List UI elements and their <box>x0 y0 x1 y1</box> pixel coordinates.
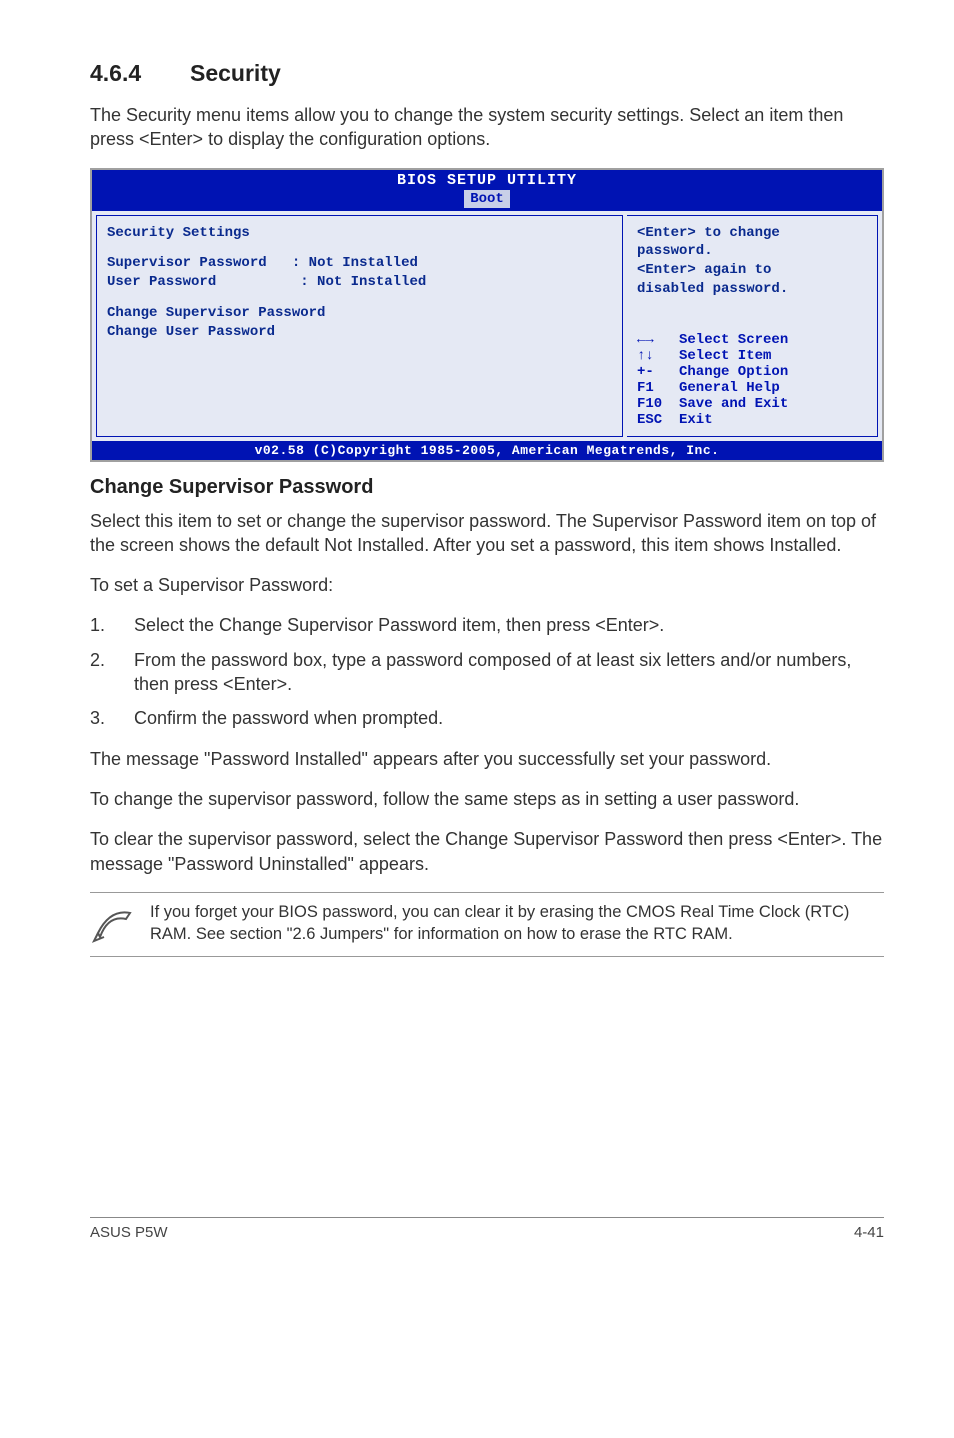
bios-footer: v02.58 (C)Copyright 1985-2005, American … <box>92 441 882 460</box>
list-item: 2.From the password box, type a password… <box>90 648 884 697</box>
bios-body: Security Settings Supervisor Password : … <box>92 211 882 441</box>
list-item-number: 3. <box>90 706 134 730</box>
steps-list: 1.Select the Change Supervisor Password … <box>90 613 884 730</box>
bios-help-key: F10 <box>637 396 679 412</box>
subsection-heading: Change Supervisor Password <box>90 476 884 499</box>
bios-screenshot: BIOS SETUP UTILITY Boot Security Setting… <box>90 168 884 462</box>
bios-help-key: +- <box>637 364 679 380</box>
bios-left-panel: Security Settings Supervisor Password : … <box>96 215 623 437</box>
section-number: 4.6.4 <box>90 60 190 87</box>
bios-help-label: Select Screen <box>679 332 788 348</box>
bios-tab-bar: Boot <box>92 189 882 211</box>
bios-desc-line: <Enter> to change <box>637 224 867 243</box>
list-item: 3.Confirm the password when prompted. <box>90 706 884 730</box>
bios-help-label: Exit <box>679 412 713 428</box>
bios-help-key: ESC <box>637 412 679 428</box>
bios-tab-boot[interactable]: Boot <box>463 189 511 209</box>
bios-desc-line: disabled password. <box>637 280 867 299</box>
section-heading: 4.6.4Security <box>90 60 884 87</box>
bios-title: BIOS SETUP UTILITY <box>92 170 882 189</box>
body-paragraph: To clear the supervisor password, select… <box>90 827 884 876</box>
bios-desc-line: password. <box>637 242 867 261</box>
body-paragraph: To set a Supervisor Password: <box>90 573 884 597</box>
bios-help-row: ←→Select Screen <box>637 332 867 348</box>
list-item: 1.Select the Change Supervisor Password … <box>90 613 884 637</box>
bios-row-user: User Password : Not Installed <box>107 273 612 292</box>
footer-left: ASUS P5W <box>90 1224 168 1241</box>
body-paragraph: The message "Password Installed" appears… <box>90 747 884 771</box>
bios-help-key: ↑↓ <box>637 348 679 364</box>
bios-help-label: General Help <box>679 380 780 396</box>
bios-help-label: Select Item <box>679 348 771 364</box>
bios-supervisor-label: Supervisor Password <box>107 255 267 271</box>
section-title: Security <box>190 60 281 86</box>
bios-desc-line: <Enter> again to <box>637 261 867 280</box>
bios-help-key: F1 <box>637 380 679 396</box>
intro-paragraph: The Security menu items allow you to cha… <box>90 103 884 152</box>
body-paragraph: Select this item to set or change the su… <box>90 509 884 558</box>
bios-left-heading: Security Settings <box>107 224 612 243</box>
page-footer: ASUS P5W 4-41 <box>90 1217 884 1241</box>
list-item-text: Confirm the password when prompted. <box>134 706 443 730</box>
bios-item-change-user[interactable]: Change User Password <box>107 323 612 342</box>
footer-right: 4-41 <box>854 1224 884 1241</box>
bios-help-label: Save and Exit <box>679 396 788 412</box>
bios-item-change-supervisor[interactable]: Change Supervisor Password <box>107 304 612 323</box>
list-item-text: From the password box, type a password c… <box>134 648 884 697</box>
note-box: If you forget your BIOS password, you ca… <box>90 892 884 957</box>
bios-description: <Enter> to change password. <Enter> agai… <box>637 224 867 300</box>
bios-help-row: ESCExit <box>637 412 867 428</box>
bios-user-label: User Password <box>107 274 216 290</box>
bios-help-row: +-Change Option <box>637 364 867 380</box>
list-item-text: Select the Change Supervisor Password it… <box>134 613 664 637</box>
bios-supervisor-value: : Not Installed <box>292 255 418 271</box>
bios-right-panel: <Enter> to change password. <Enter> agai… <box>627 215 878 437</box>
pencil-icon <box>92 901 150 948</box>
bios-help-row: ↑↓Select Item <box>637 348 867 364</box>
bios-help-key: ←→ <box>637 332 679 348</box>
list-item-number: 2. <box>90 648 134 697</box>
bios-help-row: F10Save and Exit <box>637 396 867 412</box>
bios-help-block: ←→Select Screen ↑↓Select Item +-Change O… <box>637 332 867 428</box>
note-text: If you forget your BIOS password, you ca… <box>150 901 882 946</box>
list-item-number: 1. <box>90 613 134 637</box>
body-paragraph: To change the supervisor password, follo… <box>90 787 884 811</box>
bios-row-supervisor: Supervisor Password : Not Installed <box>107 254 612 273</box>
bios-help-row: F1General Help <box>637 380 867 396</box>
bios-user-value: : Not Installed <box>300 274 426 290</box>
bios-help-label: Change Option <box>679 364 788 380</box>
